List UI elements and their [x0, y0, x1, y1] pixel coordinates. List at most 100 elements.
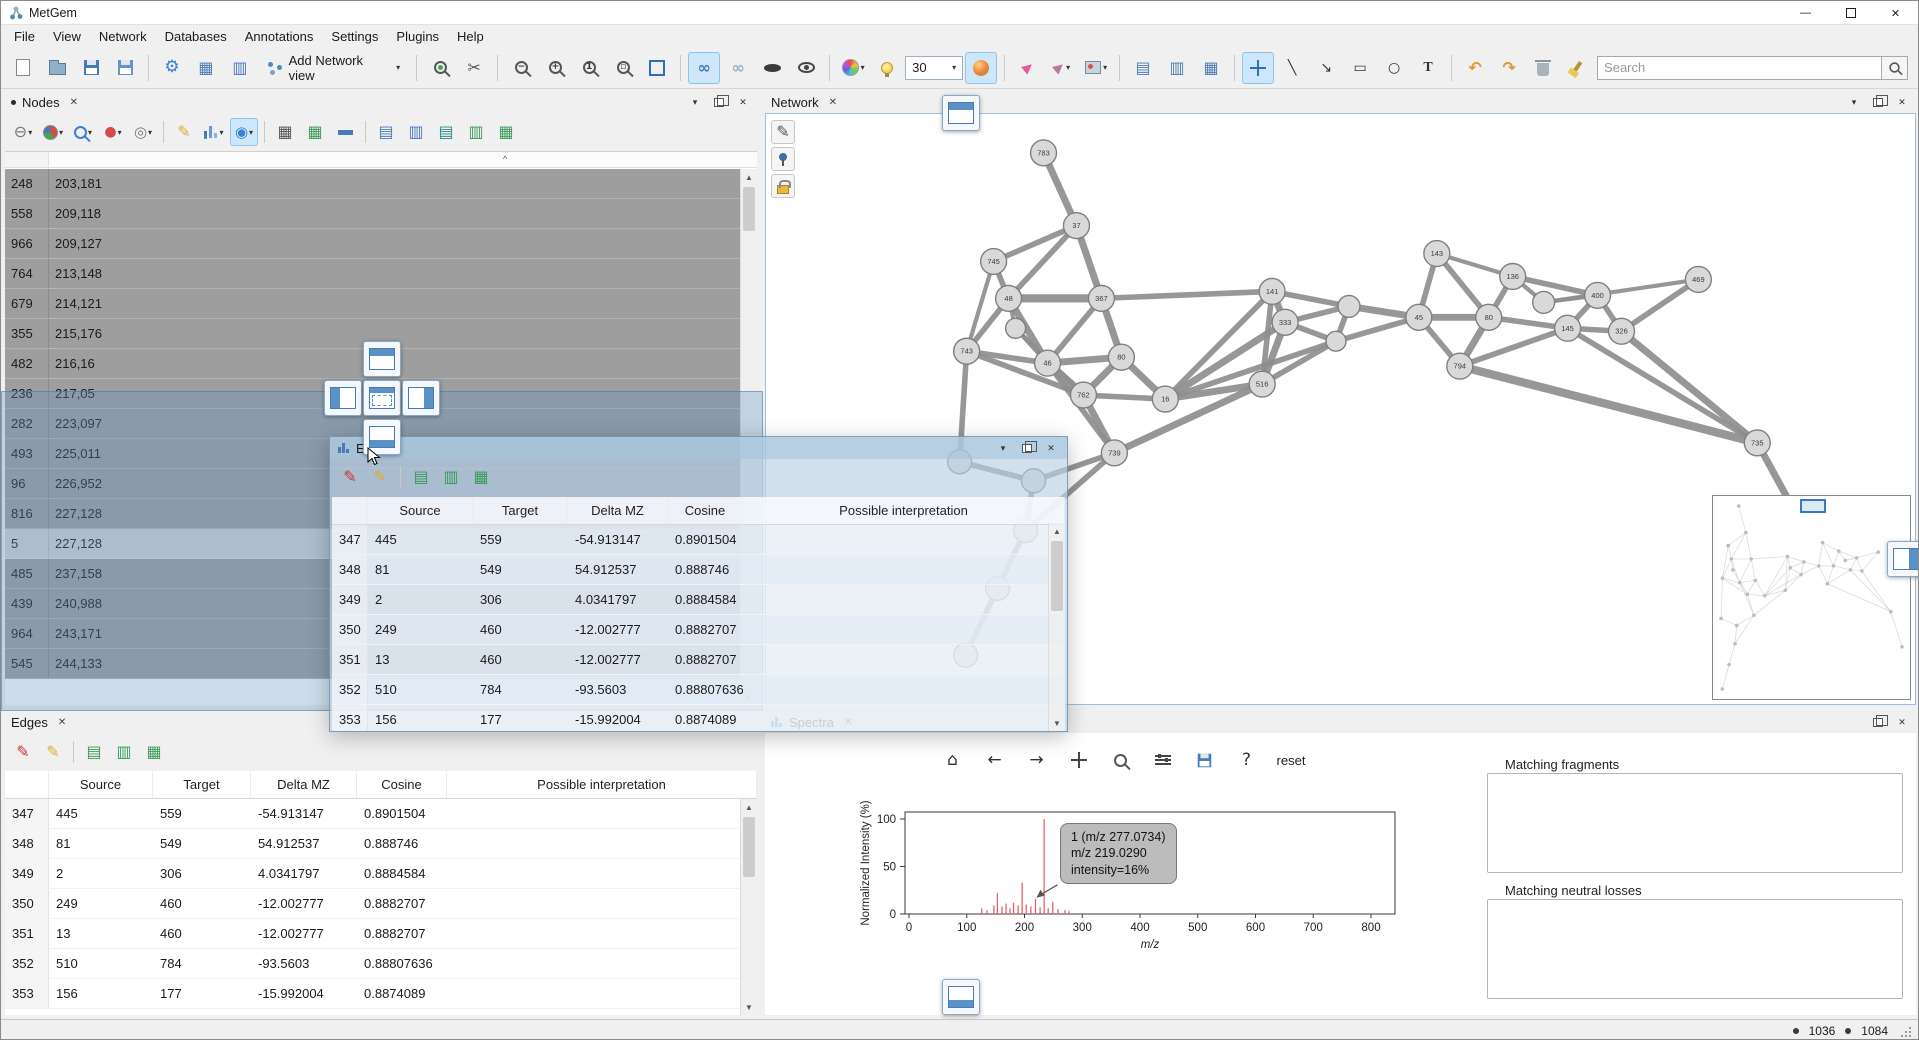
- menu-file[interactable]: File: [5, 27, 44, 46]
- network-node[interactable]: [1533, 291, 1555, 313]
- menu-settings[interactable]: Settings: [322, 27, 387, 46]
- save-as-button[interactable]: [109, 52, 141, 84]
- edges-table-row[interactable]: 3488154954.9125370.888746: [5, 829, 757, 859]
- pin-view-button[interactable]: [771, 147, 795, 171]
- export-button[interactable]: ▶▾: [1046, 52, 1078, 84]
- column-header[interactable]: Possible interpretation: [447, 771, 757, 798]
- neighbors-combo[interactable]: 30▾: [905, 56, 963, 80]
- menu-network[interactable]: Network: [90, 27, 156, 46]
- size-by-button[interactable]: [965, 52, 997, 84]
- forward-button[interactable]: →: [1025, 747, 1049, 773]
- minimap-viewport[interactable]: [1800, 499, 1826, 513]
- edit-yellow-pen-button[interactable]: ✎: [39, 738, 67, 766]
- edges-table-view-2-button[interactable]: ▥: [437, 463, 465, 491]
- annotate-arrow-button[interactable]: ▶: [1012, 52, 1044, 84]
- rect-tool-button[interactable]: ▭: [1344, 52, 1376, 84]
- column-header[interactable]: Target: [473, 497, 568, 524]
- close-panel-button[interactable]: ✕: [1043, 440, 1059, 456]
- undo-button[interactable]: ↶: [1459, 52, 1491, 84]
- edges-table-row[interactable]: 353156177-15.9920040.8874089: [332, 705, 1065, 731]
- neighbors-bulb-button[interactable]: [871, 52, 903, 84]
- tab-edges[interactable]: Edges ✕: [11, 715, 66, 730]
- table-corner[interactable]: [5, 152, 49, 167]
- network-edge[interactable]: [1101, 291, 1272, 298]
- lock-view-button[interactable]: [771, 174, 795, 198]
- home-button[interactable]: ⌂: [941, 747, 965, 773]
- menu-view[interactable]: View: [44, 27, 90, 46]
- save-figure-button[interactable]: [1193, 747, 1217, 773]
- add-network-view-button[interactable]: Add Network view ▾: [258, 52, 409, 84]
- color-nodes-button[interactable]: ▾: [39, 118, 67, 146]
- column-header[interactable]: Cosine: [357, 771, 447, 798]
- edges-table-head[interactable]: SourceTargetDelta MZCosinePossible inter…: [5, 771, 757, 799]
- columns-view-4-button[interactable]: ▥: [462, 118, 490, 146]
- ghost-table-head[interactable]: SourceTargetDelta MZCosinePossible inter…: [332, 497, 1065, 525]
- column-header[interactable]: Source: [49, 771, 153, 798]
- node-ring-button[interactable]: ◎▾: [129, 118, 157, 146]
- scroll-up-icon[interactable]: ▲: [1049, 523, 1065, 539]
- network-node[interactable]: [1338, 295, 1360, 317]
- edges-table-row[interactable]: 353156177-15.9920040.8874089: [5, 979, 757, 1009]
- ellipse-tool-button[interactable]: ○: [1378, 52, 1410, 84]
- view-mapping-button[interactable]: ◉▾: [230, 118, 258, 146]
- columns-view-1-button[interactable]: ▤: [372, 118, 400, 146]
- columns-view-3-button[interactable]: ▤: [432, 118, 460, 146]
- column-header[interactable]: Possible interpretation: [743, 497, 1065, 524]
- open-project-button[interactable]: [41, 52, 73, 84]
- minimize-button[interactable]: —: [1783, 1, 1828, 25]
- edges-table-row[interactable]: 352510784-93.56030.88807636: [5, 949, 757, 979]
- network-edge[interactable]: [1009, 226, 1077, 299]
- float-panel-button[interactable]: [1870, 714, 1886, 730]
- network-edge[interactable]: [1568, 328, 1758, 443]
- search-input[interactable]: [1597, 56, 1882, 80]
- reset-button[interactable]: reset: [1277, 747, 1306, 773]
- text-tool-button[interactable]: T: [1412, 52, 1444, 84]
- edges-table-view-3-button[interactable]: ▦: [140, 738, 168, 766]
- resize-grip[interactable]: [1898, 1023, 1912, 1039]
- network-node[interactable]: [1326, 331, 1346, 351]
- search-button[interactable]: [1882, 56, 1908, 80]
- edges-table-row[interactable]: 350249460-12.0027770.8882707: [332, 615, 1065, 645]
- column-header[interactable]: [5, 771, 49, 798]
- fit-view-button[interactable]: [641, 52, 673, 84]
- highlight-pen-button[interactable]: ✎: [170, 118, 198, 146]
- node-color-button[interactable]: ●▾: [99, 118, 127, 146]
- dock-guide-center-icon[interactable]: [363, 380, 401, 416]
- network-node[interactable]: [1006, 318, 1026, 338]
- row-band-button[interactable]: [331, 118, 359, 146]
- metadata-table-button[interactable]: ▤: [1127, 52, 1159, 84]
- panel-menu-button[interactable]: ▾: [687, 94, 703, 110]
- link-selection-button[interactable]: ∞: [688, 52, 720, 84]
- dock-guide-area-top-icon[interactable]: [942, 95, 980, 131]
- nodes-table-row[interactable]: 764213,148: [5, 259, 740, 289]
- color-by-button[interactable]: ▾: [837, 52, 869, 84]
- edges-table-row[interactable]: 347445559-54.9131470.8901504: [5, 799, 757, 829]
- clear-button[interactable]: [1561, 52, 1593, 84]
- tab-network[interactable]: Network ✕: [771, 95, 837, 110]
- nodes-table-row[interactable]: 679214,121: [5, 289, 740, 319]
- pie-chart-button[interactable]: ⊖▾: [9, 118, 37, 146]
- columns-view-2-button[interactable]: ▥: [402, 118, 430, 146]
- close-panel-button[interactable]: ✕: [1894, 714, 1910, 730]
- edges-table-row[interactable]: 352510784-93.56030.88807636: [332, 675, 1065, 705]
- close-panel-button[interactable]: ✕: [1894, 94, 1910, 110]
- edges-table-row[interactable]: 347445559-54.9131470.8901504: [332, 525, 1065, 555]
- floating-edges-panel[interactable]: E ▾ ✕ ✎ ✎ ▤ ▥ ▦ SourceTargetDelta MZCosi…: [329, 436, 1068, 732]
- edges-table-row[interactable]: 3488154954.9125370.888746: [332, 555, 1065, 585]
- float-panel-button[interactable]: [1870, 94, 1886, 110]
- column-header[interactable]: Delta MZ: [568, 497, 668, 524]
- zoom-button[interactable]: [1109, 747, 1133, 773]
- edges-table-row[interactable]: 35113460-12.0027770.8882707: [5, 919, 757, 949]
- scroll-up-icon[interactable]: ▲: [741, 799, 757, 815]
- help-button[interactable]: ?: [1235, 747, 1259, 773]
- edges-table-scrollbar[interactable]: ▲ ▼: [740, 799, 757, 1015]
- redo-button[interactable]: ↷: [1493, 52, 1525, 84]
- edges-table-view-2-button[interactable]: ▥: [110, 738, 138, 766]
- edit-red-pen-button[interactable]: ✎: [336, 463, 364, 491]
- edit-red-pen-button[interactable]: ✎: [9, 738, 37, 766]
- move-tool-button[interactable]: [1242, 52, 1274, 84]
- export-image-button[interactable]: ▾: [1080, 52, 1112, 84]
- nodes-table-header[interactable]: ^: [5, 152, 757, 168]
- clip-button[interactable]: ✂: [458, 52, 490, 84]
- arrow-tool-button[interactable]: ↘: [1310, 52, 1342, 84]
